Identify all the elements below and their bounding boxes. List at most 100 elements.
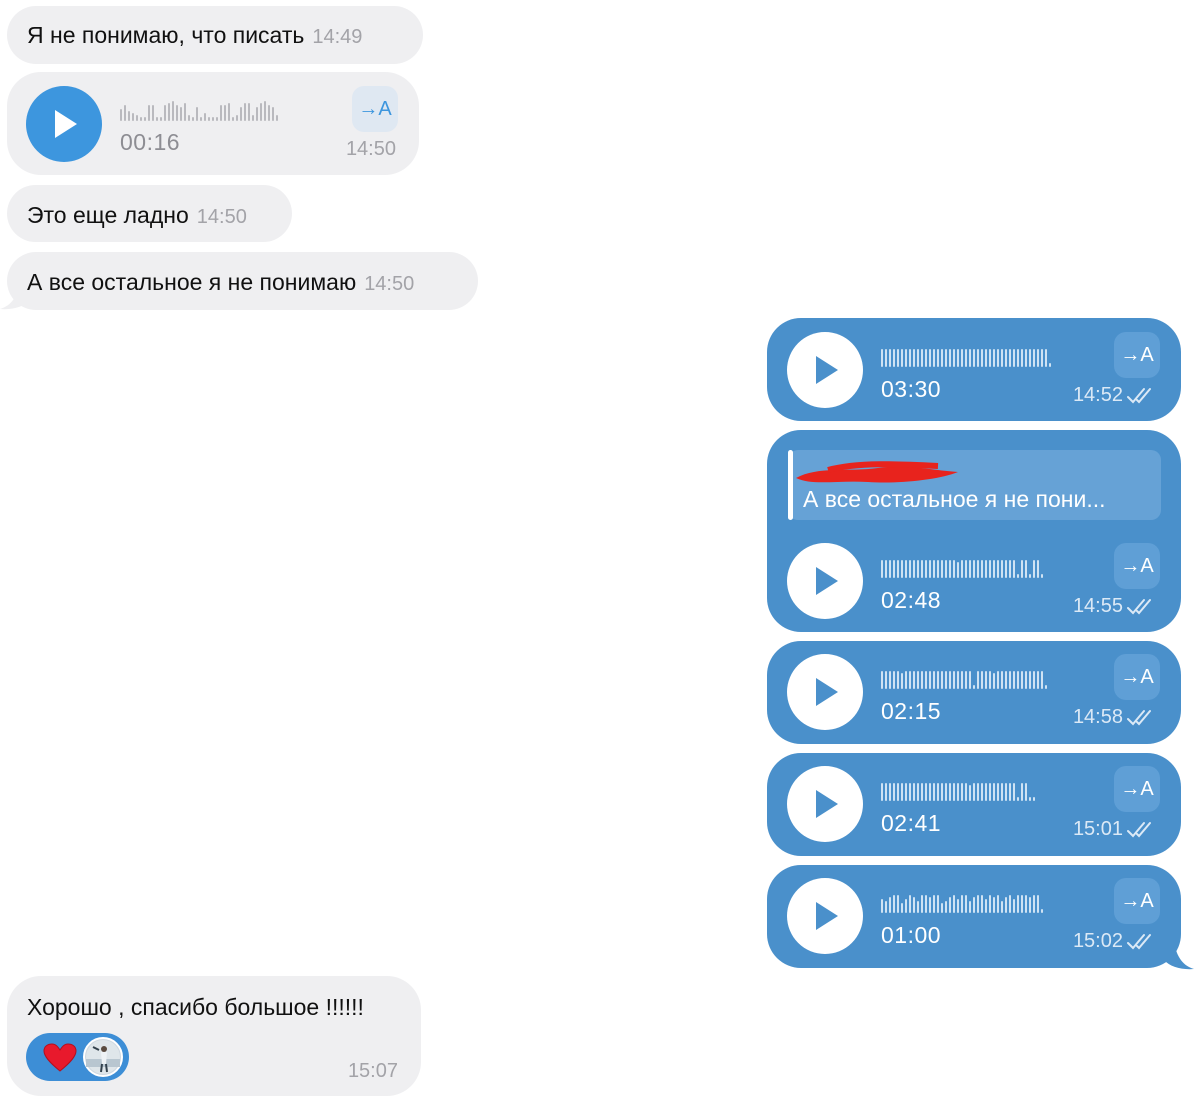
waveform-bar <box>1025 671 1027 689</box>
play-button[interactable] <box>787 654 863 730</box>
message-status: 14:52 <box>1073 384 1157 407</box>
waveform-bar <box>973 897 975 913</box>
waveform-bar <box>917 349 919 367</box>
waveform-bar <box>989 783 991 801</box>
outgoing-voice-message[interactable]: А все остальное я не пони... 02:48 →A 14… <box>767 430 1181 632</box>
double-check-icon <box>1127 598 1151 615</box>
waveform-bar <box>176 105 178 121</box>
waveform-bar <box>985 671 987 689</box>
waveform[interactable] <box>881 892 1043 913</box>
waveform-bar <box>965 560 967 578</box>
waveform-bar <box>148 105 150 121</box>
incoming-message[interactable]: Я не понимаю, что писать 14:49 <box>7 6 423 64</box>
waveform-bar <box>252 115 254 121</box>
waveform-bar <box>957 671 959 689</box>
waveform-bar <box>1005 349 1007 367</box>
incoming-message[interactable]: А все остальное я не понимаю 14:50 <box>7 252 478 310</box>
incoming-message[interactable]: Хорошо , спасибо большое !!!!!! 15:07 <box>7 976 421 1096</box>
message-time: 14:50 <box>196 206 247 228</box>
transcribe-button[interactable]: →A <box>352 86 398 132</box>
waveform-bar <box>917 560 919 578</box>
waveform-bar <box>909 560 911 578</box>
waveform-bar <box>945 349 947 367</box>
waveform-bar <box>977 560 979 578</box>
waveform-bar <box>1029 797 1031 801</box>
waveform-bar <box>897 783 899 801</box>
waveform-bar <box>937 895 939 913</box>
waveform-bar <box>981 783 983 801</box>
waveform-bar <box>985 560 987 578</box>
waveform-bar <box>937 560 939 578</box>
waveform-bar <box>1045 685 1047 689</box>
waveform-bar <box>913 897 915 913</box>
waveform-bar <box>921 671 923 689</box>
transcribe-button[interactable]: →A <box>1114 878 1160 924</box>
waveform-bar <box>961 349 963 367</box>
play-button[interactable] <box>787 878 863 954</box>
message-text: Я не понимаю, что писать <box>27 22 305 48</box>
waveform-bar <box>256 107 258 121</box>
waveform-bar <box>989 349 991 367</box>
waveform-bar <box>228 103 230 121</box>
waveform[interactable] <box>881 346 1051 367</box>
waveform-bar <box>929 671 931 689</box>
play-button[interactable] <box>787 332 863 408</box>
double-check-icon <box>1127 821 1151 838</box>
waveform-bar <box>957 899 959 913</box>
waveform-bar <box>953 671 955 689</box>
waveform-bar <box>893 560 895 578</box>
play-button[interactable] <box>787 766 863 842</box>
waveform-bar <box>985 783 987 801</box>
waveform-bar <box>913 783 915 801</box>
play-icon <box>816 567 838 595</box>
waveform-bar <box>1005 783 1007 801</box>
reply-quote[interactable]: А все остальное я не пони... <box>788 450 1161 520</box>
waveform-bar <box>901 903 903 913</box>
message-time: 15:02 <box>1072 930 1123 952</box>
outgoing-voice-message[interactable]: 01:00 →A 15:02 <box>767 865 1181 968</box>
play-button[interactable] <box>787 543 863 619</box>
transcribe-icon: →A <box>1120 554 1154 577</box>
waveform-bar <box>1041 574 1043 578</box>
waveform-bar <box>268 105 270 121</box>
waveform-bar <box>921 349 923 367</box>
waveform-bar <box>937 349 939 367</box>
outgoing-voice-message[interactable]: 02:41 →A 15:01 <box>767 753 1181 856</box>
incoming-voice-message[interactable]: 00:16 →A 14:50 <box>7 72 419 175</box>
waveform-bar <box>905 783 907 801</box>
transcribe-button[interactable]: →A <box>1114 543 1160 589</box>
waveform-bar <box>1037 349 1039 367</box>
transcribe-button[interactable]: →A <box>1114 766 1160 812</box>
waveform[interactable] <box>120 99 278 121</box>
waveform[interactable] <box>881 668 1047 689</box>
waveform-bar <box>929 349 931 367</box>
waveform[interactable] <box>881 780 1035 801</box>
message-status: 14:58 <box>1073 706 1157 729</box>
transcribe-button[interactable]: →A <box>1114 654 1160 700</box>
waveform[interactable] <box>881 557 1043 578</box>
waveform-bar <box>985 899 987 913</box>
waveform-bar <box>1029 574 1031 578</box>
waveform-bar <box>893 895 895 913</box>
waveform-bar <box>989 560 991 578</box>
waveform-bar <box>1033 560 1035 578</box>
waveform-bar <box>272 107 274 121</box>
play-button[interactable] <box>26 86 102 162</box>
outgoing-voice-message[interactable]: 02:15 →A 14:58 <box>767 641 1181 744</box>
waveform-bar <box>909 895 911 913</box>
waveform-bar <box>933 349 935 367</box>
waveform-bar <box>929 897 931 913</box>
waveform-bar <box>941 349 943 367</box>
waveform-bar <box>965 671 967 689</box>
waveform-bar <box>232 117 234 121</box>
outgoing-voice-message[interactable]: 03:30 →A 14:52 <box>767 318 1181 421</box>
transcribe-button[interactable]: →A <box>1114 332 1160 378</box>
incoming-message[interactable]: Это еще ладно 14:50 <box>7 185 292 242</box>
waveform-bar <box>897 560 899 578</box>
waveform-bar <box>893 783 895 801</box>
waveform-bar <box>200 117 202 121</box>
voice-duration: 01:00 <box>881 922 942 948</box>
reaction-pill[interactable] <box>26 1033 129 1081</box>
waveform-bar <box>1045 349 1047 367</box>
waveform-bar <box>941 560 943 578</box>
